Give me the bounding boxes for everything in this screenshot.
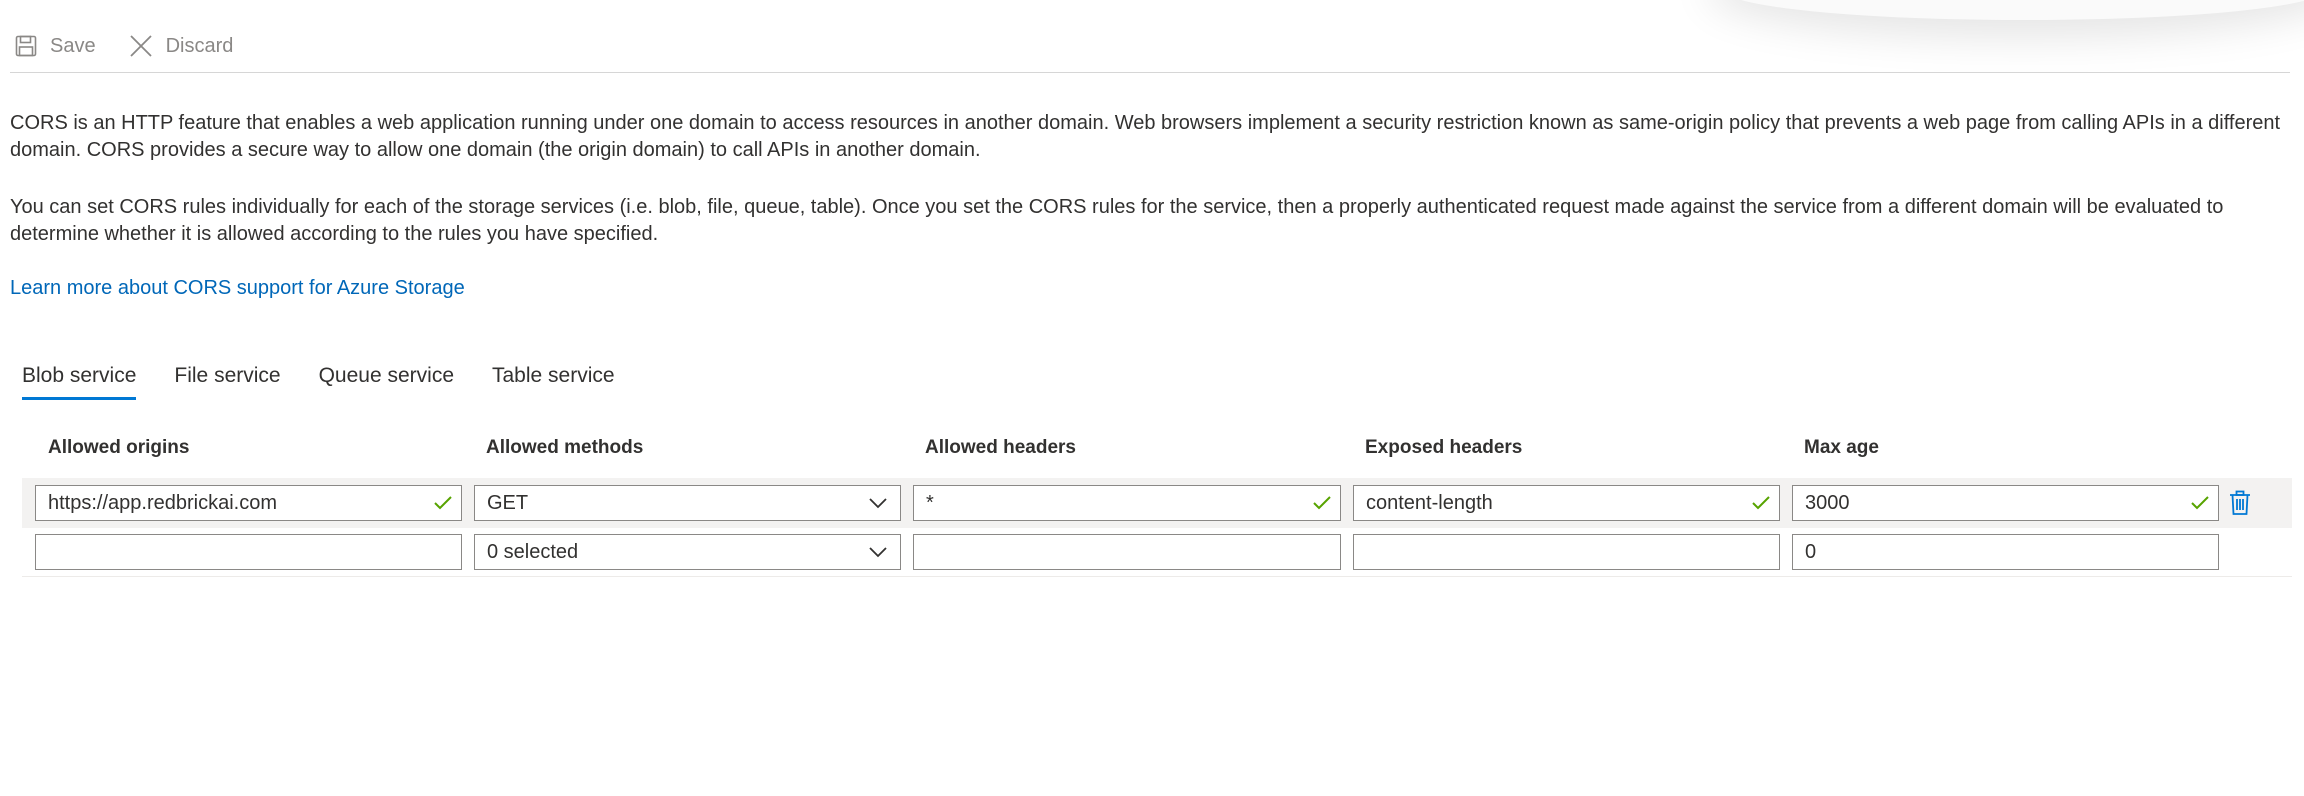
- max-age-value: 3000: [1805, 492, 1850, 514]
- allowed-methods-dropdown[interactable]: 0 selected: [474, 534, 901, 570]
- allowed-methods-value: 0 selected: [487, 541, 579, 563]
- cors-new-rule-row: 0 selected 0: [22, 528, 2292, 577]
- save-button[interactable]: Save: [10, 34, 100, 58]
- panel-shadow: [1724, 0, 2304, 20]
- learn-more-link[interactable]: Learn more about CORS support for Azure …: [10, 277, 465, 300]
- header-allowed-origins: Allowed origins: [48, 437, 190, 458]
- cors-grid-header: Allowed origins Allowed methods Allowed …: [0, 437, 2304, 467]
- checkmark-icon: [1752, 496, 1770, 510]
- allowed-origins-value: https://app.redbrickai.com: [48, 492, 277, 514]
- max-age-input[interactable]: 0: [1792, 534, 2219, 570]
- checkmark-icon: [2191, 496, 2209, 510]
- chevron-down-icon: [869, 498, 887, 509]
- close-icon: [128, 33, 154, 59]
- cors-rules-description: You can set CORS rules individually for …: [10, 196, 2224, 245]
- max-age-input[interactable]: 3000: [1792, 485, 2219, 521]
- chevron-down-icon: [869, 547, 887, 558]
- exposed-headers-value: content-length: [1366, 492, 1493, 514]
- allowed-methods-value: GET: [487, 492, 529, 514]
- allowed-origins-input[interactable]: [35, 534, 462, 570]
- header-allowed-methods: Allowed methods: [486, 437, 644, 458]
- exposed-headers-input[interactable]: content-length: [1353, 485, 1780, 521]
- header-allowed-headers: Allowed headers: [925, 437, 1076, 458]
- cors-rule-row: https://app.redbrickai.com GET * content…: [22, 478, 2292, 528]
- checkmark-icon: [434, 496, 452, 510]
- header-exposed-headers: Exposed headers: [1365, 437, 1523, 458]
- tab-table-service[interactable]: Table service: [492, 364, 615, 400]
- allowed-headers-input[interactable]: [913, 534, 1341, 570]
- save-label: Save: [50, 34, 96, 57]
- discard-button[interactable]: Discard: [124, 33, 238, 59]
- tab-queue-service[interactable]: Queue service: [319, 364, 454, 400]
- allowed-methods-dropdown[interactable]: GET: [474, 485, 901, 521]
- max-age-value: 0: [1805, 541, 1817, 563]
- allowed-headers-input[interactable]: *: [913, 485, 1341, 521]
- header-max-age: Max age: [1804, 437, 1879, 458]
- tab-blob-service[interactable]: Blob service: [22, 364, 137, 400]
- command-bar: Save Discard: [10, 26, 237, 66]
- discard-label: Discard: [165, 34, 234, 57]
- exposed-headers-input[interactable]: [1353, 534, 1780, 570]
- cors-description: CORS is an HTTP feature that enables a w…: [10, 112, 2281, 161]
- service-tabs: Blob service File service Queue service …: [22, 364, 615, 400]
- checkmark-icon: [1313, 496, 1331, 510]
- trash-icon[interactable]: [2228, 490, 2252, 516]
- allowed-headers-value: *: [926, 492, 934, 514]
- toolbar-divider: [10, 72, 2290, 73]
- cors-page: Save Discard CORS is an HTTP feature tha…: [0, 0, 2304, 796]
- floppy-disk-icon: [14, 34, 38, 58]
- tab-file-service[interactable]: File service: [174, 364, 280, 400]
- allowed-origins-input[interactable]: https://app.redbrickai.com: [35, 485, 462, 521]
